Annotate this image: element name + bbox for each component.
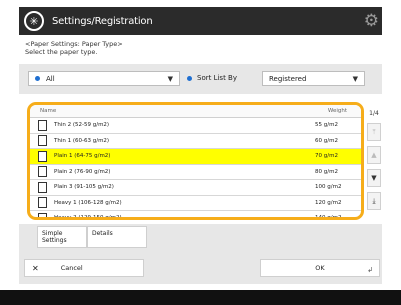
list-item[interactable]: Thin 2 (52-59 g/m2) 55 g/m2 bbox=[30, 118, 361, 134]
paper-type-name: Thin 2 (52-59 g/m2) bbox=[54, 122, 110, 129]
breadcrumb-path: <Paper Settings: Paper Type> bbox=[25, 40, 123, 48]
details-label: Details bbox=[92, 230, 113, 237]
gear-icon[interactable]: ⚙ bbox=[364, 11, 379, 31]
simple-settings-button[interactable]: Simple Settings bbox=[37, 226, 87, 248]
action-bar: ✕ Cancel OK ↲ bbox=[19, 252, 382, 284]
paper-weight: 100 g/m2 bbox=[315, 184, 342, 191]
paper-icon bbox=[38, 181, 47, 193]
title-bar: ✳ Settings/Registration ⚙ bbox=[19, 7, 382, 35]
paper-weight: 120 g/m2 bbox=[315, 199, 342, 206]
sort-value: Registered bbox=[269, 74, 307, 83]
list-item[interactable]: Plain 2 (76-90 g/m2) 80 g/m2 bbox=[30, 165, 361, 180]
sort-label-text: Sort List By bbox=[197, 74, 237, 82]
page-indicator: 1/4 bbox=[369, 110, 379, 117]
double-down-icon: ⤓ bbox=[372, 196, 376, 205]
sort-indicator-dot bbox=[187, 75, 192, 81]
enter-arrow-icon: ↲ bbox=[367, 266, 373, 274]
breadcrumb: <Paper Settings: Paper Type> Select the … bbox=[25, 40, 123, 56]
window-title: Settings/Registration bbox=[52, 15, 153, 27]
paper-type-name: Plain 3 (91-105 g/m2) bbox=[54, 184, 114, 191]
scroll-controls: 1/4 ⤒ ▲ ▼ ⤓ bbox=[367, 110, 381, 215]
scroll-down-button[interactable]: ▼ bbox=[367, 169, 381, 187]
list-header: Name Weight bbox=[30, 105, 361, 118]
scroll-bottom-button[interactable]: ⤓ bbox=[367, 192, 381, 210]
paper-icon bbox=[38, 197, 47, 209]
ok-label: OK bbox=[315, 264, 325, 272]
paper-icon bbox=[38, 119, 47, 131]
paper-type-name: Thin 1 (60-63 g/m2) bbox=[54, 137, 110, 144]
paper-icon bbox=[38, 150, 47, 162]
scroll-top-button[interactable]: ⤒ bbox=[367, 123, 381, 141]
list-item[interactable]: Plain 1 (64-75 g/m2) 70 g/m2 bbox=[30, 149, 361, 165]
cancel-button[interactable]: ✕ Cancel bbox=[24, 259, 144, 277]
scroll-up-button[interactable]: ▲ bbox=[367, 146, 381, 164]
paper-icon bbox=[38, 212, 47, 217]
sort-list-label: Sort List By bbox=[187, 74, 237, 82]
header-name: Name bbox=[40, 108, 57, 114]
filter-value: All bbox=[46, 74, 55, 83]
paper-icon bbox=[38, 166, 47, 178]
instruction-text: Select the paper type. bbox=[25, 48, 98, 56]
footer-bar bbox=[0, 290, 401, 305]
paper-weight: 55 g/m2 bbox=[315, 122, 338, 129]
details-button[interactable]: Details bbox=[87, 226, 147, 248]
list-item[interactable]: Heavy 2 (129-150 g/m2) 140 g/m2 bbox=[30, 211, 361, 220]
settings-cogwheel-icon: ✳ bbox=[24, 11, 44, 31]
paper-type-name: Plain 2 (76-90 g/m2) bbox=[54, 168, 111, 175]
chevron-down-icon: ▼ bbox=[167, 75, 173, 83]
close-icon: ✕ bbox=[32, 263, 39, 273]
paper-type-name: Plain 1 (64-75 g/m2) bbox=[54, 153, 111, 160]
paper-type-name: Heavy 1 (106-128 g/m2) bbox=[54, 199, 122, 206]
settings-tabs: Simple Settings Details bbox=[19, 224, 382, 252]
paper-weight: 70 g/m2 bbox=[315, 153, 338, 160]
down-arrow-icon: ▼ bbox=[371, 174, 377, 182]
sort-order-dropdown[interactable]: Registered ▼ bbox=[262, 71, 365, 86]
paper-weight: 60 g/m2 bbox=[315, 137, 338, 144]
chevron-down-icon: ▼ bbox=[352, 75, 358, 83]
double-up-icon: ⤒ bbox=[372, 127, 376, 136]
simple-settings-label: Simple Settings bbox=[42, 230, 67, 244]
cancel-label: Cancel bbox=[60, 264, 83, 272]
list-item[interactable]: Thin 1 (60-63 g/m2) 60 g/m2 bbox=[30, 134, 361, 149]
paper-icon bbox=[38, 135, 47, 147]
paper-filter-dropdown[interactable]: All ▼ bbox=[28, 71, 180, 86]
list-item[interactable]: Heavy 1 (106-128 g/m2) 120 g/m2 bbox=[30, 196, 361, 211]
header-weight: Weight bbox=[327, 108, 347, 114]
paper-type-list: Name Weight Thin 2 (52-59 g/m2) 55 g/m2 Th… bbox=[27, 102, 364, 220]
filter-toolbar: All ▼ Sort List By Registered ▼ bbox=[19, 64, 382, 94]
ok-button[interactable]: OK ↲ bbox=[260, 259, 380, 277]
paper-weight: 140 g/m2 bbox=[315, 215, 342, 220]
paper-type-name: Heavy 2 (129-150 g/m2) bbox=[54, 215, 122, 220]
up-arrow-icon: ▲ bbox=[371, 151, 377, 159]
paper-weight: 80 g/m2 bbox=[315, 168, 338, 175]
list-item[interactable]: Plain 3 (91-105 g/m2) 100 g/m2 bbox=[30, 180, 361, 196]
filter-indicator-dot bbox=[35, 76, 40, 81]
